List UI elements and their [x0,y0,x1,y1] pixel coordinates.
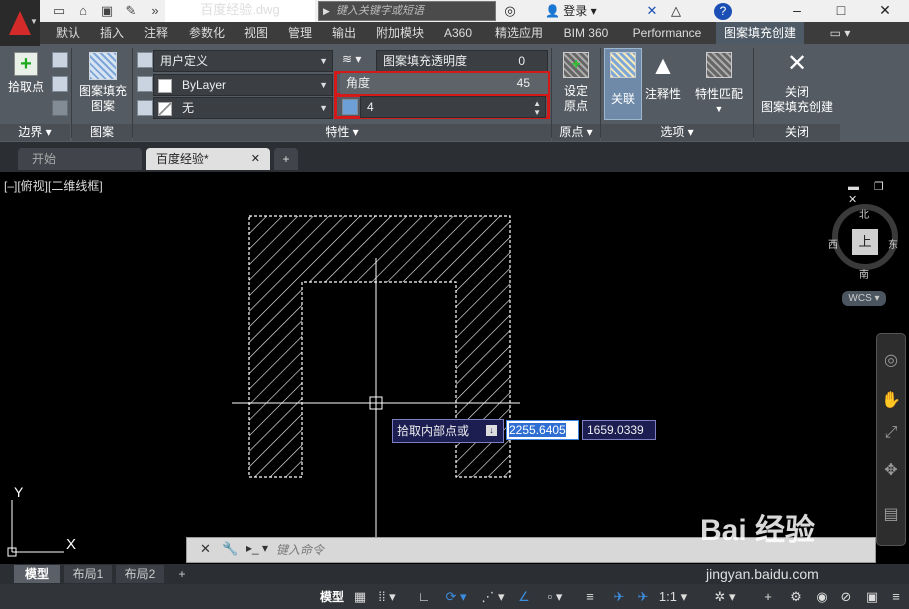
autocad-logo-icon [9,11,31,35]
ucs-y-label: Y [14,484,24,500]
baidu-watermark-url: jingyan.baidu.com [706,566,819,582]
tab-layout1[interactable]: 布局1 [64,565,112,583]
command-input[interactable]: 键入命令 [276,539,324,561]
zoom-extents-icon[interactable]: ⤢ [880,422,902,444]
viewcube-top-face[interactable]: 上 [852,229,878,255]
steering-wheel-icon[interactable]: ◎ [880,350,902,372]
menu-icon[interactable]: ≡ [886,588,906,606]
add-layout-button[interactable]: + [172,565,192,583]
annotation-scale-button[interactable]: 1:1 ▾ [658,588,688,606]
recent-commands-icon[interactable]: ▸_ ▾ [246,541,268,555]
plus-icon[interactable]: + [760,588,776,606]
baidu-watermark-logo: Bai 经验 [700,514,816,547]
pan-icon[interactable]: ✋ [880,390,902,412]
chevron-down-icon: ▼ [30,17,38,26]
workspace-gear-icon[interactable]: ✲ ▾ [712,588,738,606]
orbit-icon[interactable]: ✥ [880,460,902,482]
tab-model[interactable]: 模型 [14,565,60,583]
osnap-icon[interactable]: ▫ ▾ [540,588,570,606]
ucs-x-label: X [66,536,77,553]
application-menu-button[interactable]: ▼ [0,0,40,46]
compass-south[interactable]: 南 [859,266,869,281]
lineweight-icon[interactable]: ≡ [580,588,600,606]
tab-layout2[interactable]: 布局2 [116,565,164,583]
down-arrow-icon[interactable]: ↓ [486,425,497,436]
dynamic-input-x-field[interactable]: 2255.6405 [506,420,579,440]
isolate-objects-icon[interactable]: ⚙ [786,588,806,606]
ortho-icon[interactable]: ∟ [414,588,434,606]
snap-icon[interactable]: ⁞⁞ ▾ [372,588,402,606]
polar-icon[interactable]: ⟳ ▾ [440,588,472,606]
clean-screen-icon[interactable]: ⊘ [836,588,856,606]
auto-scale-icon[interactable]: ✈ [632,588,654,606]
osnap-tracking-icon[interactable]: ∠ [514,588,534,606]
compass-north[interactable]: 北 [859,206,869,221]
close-command-line-icon[interactable]: ✕ [200,541,211,557]
dynamic-input-y-field[interactable]: 1659.0339 [582,420,656,440]
compass-east[interactable]: 东 [888,236,898,251]
customization-icon[interactable]: ▣ [862,588,882,606]
wcs-menu[interactable]: WCS ▾ [842,291,886,306]
grid-icon[interactable]: ▦ [350,588,370,606]
model-space-button[interactable]: 模型 [318,588,346,606]
isodraft-icon[interactable]: ⋰ ▾ [476,588,510,606]
annotation-visibility-icon[interactable]: ✈ [608,588,630,606]
showmotion-icon[interactable]: ▤ [880,504,902,526]
dynamic-input-prompt: 拾取内部点或 ↓ [392,419,504,443]
hardware-acceleration-icon[interactable]: ◉ [812,588,832,606]
customize-wrench-icon[interactable]: 🔧 [222,541,238,557]
compass-west[interactable]: 西 [828,236,838,251]
